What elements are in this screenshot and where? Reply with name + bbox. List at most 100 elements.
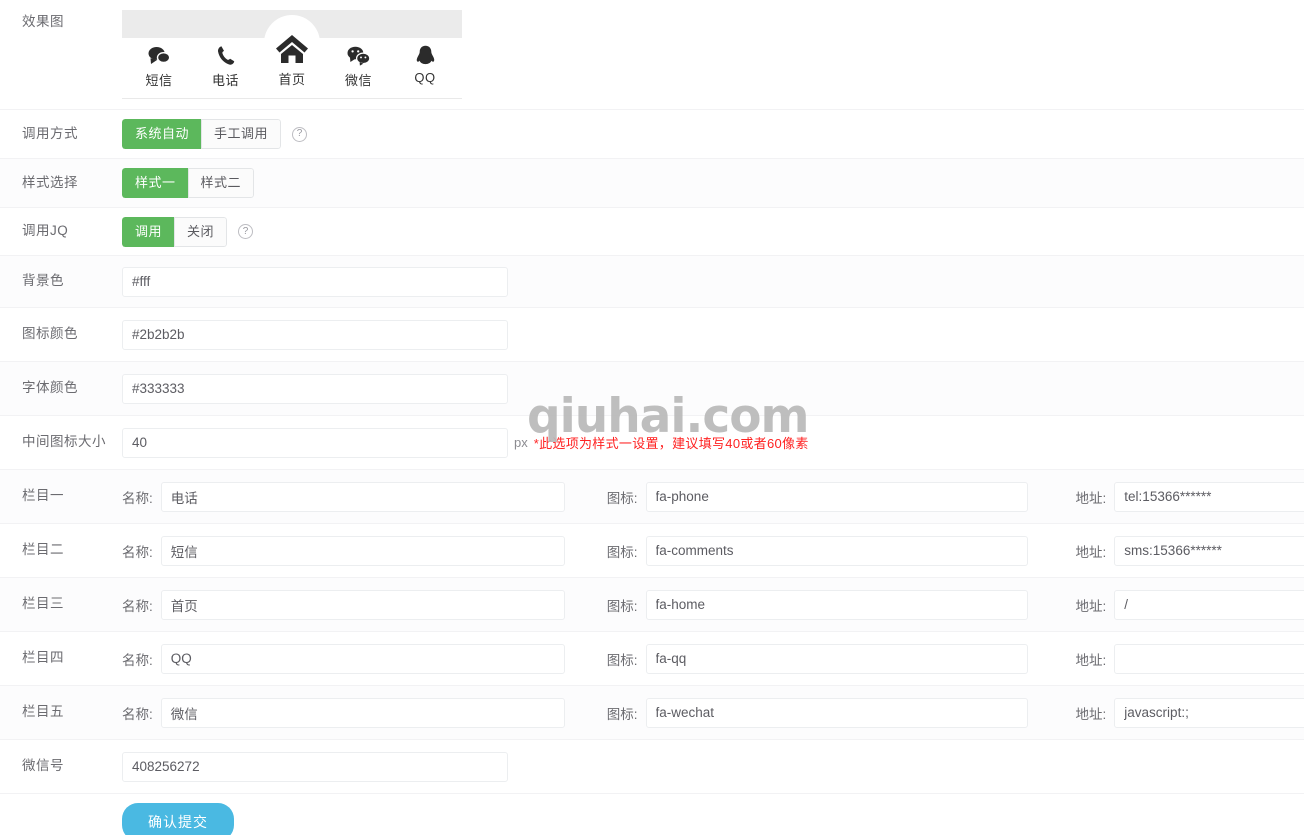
qq-icon [394, 44, 456, 68]
call-mode-option-manual[interactable]: 手工调用 [201, 119, 282, 149]
nav-item-label: 首页 [278, 72, 306, 87]
column-icon-label: 图标: [606, 598, 638, 614]
help-icon[interactable]: ? [292, 126, 308, 142]
phone-icon [195, 44, 257, 68]
column-body: 名称: 图标: 地址: [122, 697, 1304, 728]
column-name-label: 名称: [122, 544, 153, 560]
column-addr-label: 地址: [1075, 544, 1107, 560]
column-name-label: 名称: [122, 652, 153, 668]
row-preview: 效果图 短信 电话 首页 微信 QQ [0, 0, 1304, 110]
column-name-field: 名称: [122, 535, 565, 566]
icon-color-input[interactable] [122, 319, 508, 350]
row-label-font-color: 字体颜色 [22, 380, 78, 396]
column-addr-input[interactable] [1114, 643, 1304, 674]
column-name-input[interactable] [160, 589, 565, 620]
row-icon-color: 图标颜色 [0, 308, 1304, 362]
row-call-jq: 调用JQ 调用 关闭 ? [0, 208, 1304, 256]
column-addr-field: 地址: [1075, 697, 1304, 728]
column-icon-input[interactable] [645, 589, 1028, 620]
style-select-button-group[interactable]: 样式一 样式二 [122, 168, 255, 198]
column-addr-field: 地址: [1075, 535, 1304, 566]
bg-color-input[interactable] [122, 266, 508, 297]
call-jq-option-disable[interactable]: 关闭 [174, 216, 228, 247]
column-icon-input[interactable] [645, 697, 1028, 728]
column-icon-field: 图标: [607, 697, 1028, 728]
wechat-icon [328, 44, 390, 68]
bg-color-body [122, 266, 1304, 297]
column-icon-label: 图标: [606, 544, 638, 560]
call-jq-button-group[interactable]: 调用 关闭 [122, 216, 228, 247]
column-addr-input[interactable] [1114, 535, 1304, 566]
center-icon-size-input[interactable] [122, 427, 508, 458]
nav-item-sms[interactable]: 短信 [128, 38, 190, 89]
call-mode-button-group[interactable]: 系统自动 手工调用 [122, 119, 282, 149]
style-select-option-two[interactable]: 样式二 [187, 168, 255, 198]
column-name-input[interactable] [160, 481, 565, 512]
row-font-color: 字体颜色 [0, 362, 1304, 416]
column-addr-input[interactable] [1114, 697, 1304, 728]
column-name-field: 名称: [122, 481, 565, 512]
row-center-icon-size: 中间图标大小 px *此选项为样式一设置，建议填写40或者60像素 [0, 416, 1304, 470]
column-icon-field: 图标: [606, 589, 1028, 620]
column-addr-label: 地址: [1075, 490, 1107, 506]
preview-body: 短信 电话 首页 微信 QQ [122, 0, 1304, 104]
column-label: 栏目二 [22, 542, 64, 558]
row-bg-color: 背景色 [0, 256, 1304, 308]
column-name-label: 名称: [122, 490, 153, 506]
preview-mockup: 短信 电话 首页 微信 QQ [122, 0, 462, 104]
column-addr-field: 地址: [1075, 481, 1304, 512]
row-call-mode: 调用方式 系统自动 手工调用 ? [0, 110, 1304, 159]
column-name-input[interactable] [160, 643, 565, 674]
nav-item-label: 电话 [211, 73, 239, 88]
column-addr-label: 地址: [1075, 706, 1107, 722]
column-name-input[interactable] [160, 535, 565, 566]
wechat-id-input[interactable] [122, 751, 508, 782]
row-submit: 确认提交 [0, 794, 1304, 835]
table-row: 栏目五 名称: 图标: 地址: [0, 686, 1304, 740]
nav-item-qq[interactable]: QQ [394, 38, 456, 85]
row-label-call-jq: 调用JQ [22, 223, 69, 239]
column-body: 名称: 图标: 地址: [122, 535, 1304, 566]
column-icon-input[interactable] [645, 535, 1028, 566]
font-color-body [122, 373, 1304, 404]
settings-form-page: 效果图 短信 电话 首页 微信 QQ 调用方式 系统自动 手工调用 ? 样式选择… [0, 0, 1304, 835]
call-mode-body: 系统自动 手工调用 ? [122, 119, 1304, 149]
call-jq-option-enable[interactable]: 调用 [122, 216, 175, 247]
font-color-input[interactable] [122, 373, 508, 404]
column-addr-label: 地址: [1075, 652, 1107, 668]
help-icon[interactable]: ? [238, 224, 254, 239]
column-label: 栏目四 [22, 650, 64, 666]
column-icon-input[interactable] [645, 481, 1028, 512]
table-row: 栏目四 名称: 图标: 地址: [0, 632, 1304, 686]
table-row: 栏目三 名称: 图标: 地址: [0, 578, 1304, 632]
row-wechat-id: 微信号 [0, 740, 1304, 794]
column-icon-field: 图标: [607, 643, 1028, 674]
submit-button[interactable]: 确认提交 [122, 803, 234, 835]
column-icon-input[interactable] [645, 643, 1028, 674]
call-jq-body: 调用 关闭 ? [122, 216, 1304, 247]
column-icon-label: 图标: [606, 490, 638, 506]
nav-item-label: 短信 [145, 73, 173, 88]
nav-item-wechat[interactable]: 微信 [328, 38, 390, 89]
column-addr-label: 地址: [1075, 598, 1107, 614]
column-addr-field: 地址: [1075, 589, 1304, 620]
column-name-field: 名称: [122, 643, 565, 674]
nav-item-phone[interactable]: 电话 [195, 38, 257, 89]
column-addr-input[interactable] [1114, 481, 1304, 512]
nav-item-home[interactable]: 首页 [261, 15, 323, 88]
row-label-call-mode: 调用方式 [22, 125, 78, 141]
style-select-body: 样式一 样式二 [122, 168, 1304, 198]
center-icon-size-warning: *此选项为样式一设置，建议填写40或者60像素 [533, 436, 809, 451]
row-label-wechat-id: 微信号 [22, 758, 64, 774]
center-icon-size-unit: px [514, 435, 528, 450]
style-select-option-one[interactable]: 样式一 [122, 168, 188, 198]
call-mode-option-auto[interactable]: 系统自动 [122, 119, 202, 149]
column-label: 栏目一 [22, 488, 64, 504]
submit-body: 确认提交 [122, 803, 1304, 835]
column-addr-input[interactable] [1114, 589, 1304, 620]
column-name-field: 名称: [122, 589, 565, 620]
column-name-input[interactable] [160, 697, 565, 728]
preview-bottom-nav: 短信 电话 首页 微信 QQ [122, 15, 462, 99]
comments-icon [128, 44, 190, 68]
table-row: 栏目一 名称: 图标: 地址: [0, 470, 1304, 524]
